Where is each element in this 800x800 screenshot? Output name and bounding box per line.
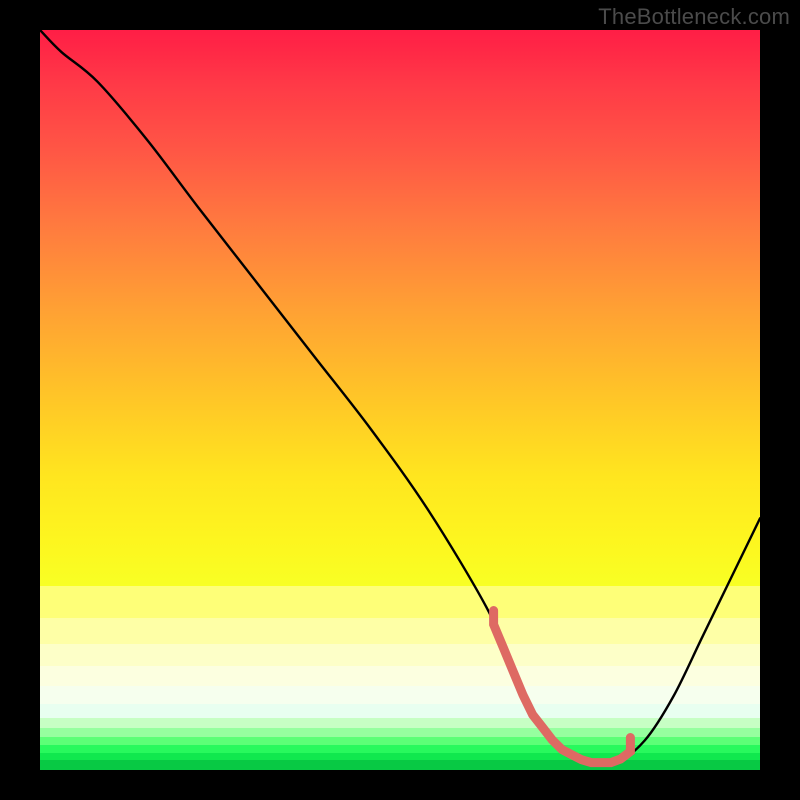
optimal-range-marker — [494, 611, 631, 763]
plot-area — [40, 30, 760, 770]
bottleneck-curve — [40, 30, 760, 765]
watermark-text: TheBottleneck.com — [598, 4, 790, 30]
chart-frame: TheBottleneck.com — [0, 0, 800, 800]
curve-svg — [40, 30, 760, 770]
